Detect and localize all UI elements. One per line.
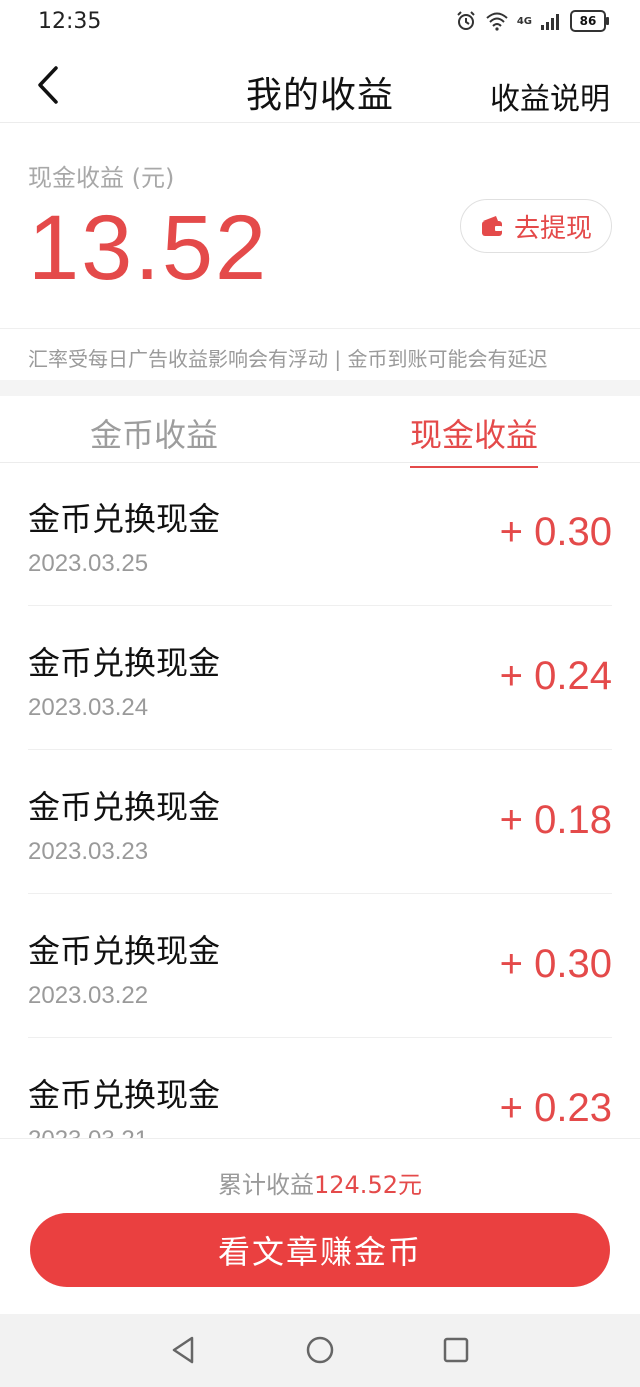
list-item: 金币兑换现金 2023.03.21 + 0.23	[28, 1038, 612, 1138]
battery-icon: 86	[570, 10, 609, 32]
battery-level: 86	[579, 14, 597, 28]
header: 我的收益 收益说明	[0, 48, 640, 123]
wallet-icon	[481, 216, 502, 236]
record-title: 金币兑换现金	[28, 788, 221, 826]
list-item: 金币兑换现金 2023.03.23 + 0.18	[28, 750, 612, 894]
record-date: 2023.03.23	[28, 838, 149, 865]
record-date: 2023.03.24	[28, 694, 149, 721]
earnings-help-link[interactable]: 收益说明	[490, 74, 610, 118]
earnings-tabs: 金币收益 现金收益	[0, 396, 640, 468]
list-item: 金币兑换现金 2023.03.24 + 0.24	[28, 606, 612, 750]
notice-text: 汇率受每日广告收益影响会有浮动 | 金币到账可能会有延迟	[28, 347, 548, 371]
network-type: 4G	[516, 15, 532, 27]
system-nav-bar	[0, 1314, 640, 1387]
home-circle-icon[interactable]	[304, 1334, 336, 1366]
total-earnings-value: 124.52元	[314, 1171, 422, 1199]
tab-cash-earnings[interactable]: 现金收益	[410, 410, 539, 468]
withdraw-label: 去提现	[513, 213, 592, 244]
earn-button-label: 看文章赚金币	[217, 1233, 422, 1271]
list-item: 金币兑换现金 2023.03.22 + 0.30	[28, 894, 612, 1038]
record-title: 金币兑换现金	[28, 932, 221, 970]
record-title: 金币兑换现金	[28, 1076, 221, 1114]
record-amount: + 0.23	[499, 1086, 612, 1130]
list-item: 金币兑换现金 2023.03.25 + 0.30	[28, 462, 612, 606]
total-earnings-line: 累计收益124.52元	[0, 1165, 640, 1200]
record-title: 金币兑换现金	[28, 500, 221, 538]
record-amount: + 0.18	[499, 798, 612, 842]
record-title: 金币兑换现金	[28, 644, 221, 682]
wifi-icon	[486, 12, 508, 31]
record-amount: + 0.30	[499, 510, 612, 554]
recent-square-icon[interactable]	[440, 1334, 472, 1366]
record-date: 2023.03.21	[28, 1126, 148, 1138]
status-bar: 12:35 4G 86	[0, 0, 640, 46]
tab-coin-earnings[interactable]: 金币收益	[90, 410, 218, 466]
read-articles-earn-coins-button[interactable]: 看文章赚金币	[30, 1213, 610, 1287]
withdraw-button[interactable]: 去提现	[460, 199, 612, 253]
bottom-panel: 累计收益124.52元 看文章赚金币	[0, 1138, 640, 1315]
status-time: 12:35	[38, 9, 102, 34]
status-icons: 4G 86	[455, 10, 609, 32]
signal-icon	[541, 14, 559, 30]
record-date: 2023.03.22	[28, 982, 149, 1009]
record-date: 2023.03.25	[28, 550, 149, 577]
earnings-record-list[interactable]: 金币兑换现金 2023.03.25 + 0.30 金币兑换现金 2023.03.…	[0, 462, 640, 1138]
balance-card: 现金收益 (元) 13.52 去提现	[0, 122, 640, 328]
cash-balance-label: 现金收益 (元)	[28, 164, 175, 192]
notice-bar: 汇率受每日广告收益影响会有浮动 | 金币到账可能会有延迟	[0, 328, 640, 381]
cash-balance-amount: 13.52	[28, 197, 269, 299]
alarm-icon	[457, 11, 475, 30]
total-earnings-label: 累计收益	[218, 1171, 314, 1199]
record-amount: + 0.30	[499, 942, 612, 986]
back-triangle-icon[interactable]	[168, 1334, 200, 1366]
section-divider	[0, 380, 640, 396]
record-amount: + 0.24	[499, 654, 612, 698]
